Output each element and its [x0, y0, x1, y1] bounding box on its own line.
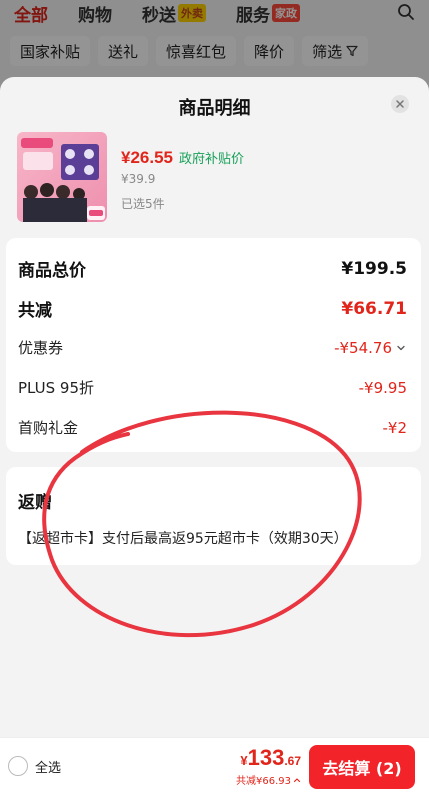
close-button[interactable]	[391, 95, 409, 113]
close-icon	[396, 100, 404, 108]
coupon-value: -¥54.76	[334, 338, 392, 357]
coupon-row[interactable]: 优惠券 -¥54.76	[18, 337, 407, 358]
discount-detail-toggle[interactable]: 共减¥66.93	[236, 772, 301, 787]
first-purchase-label: 首购礼金	[18, 419, 79, 437]
rebate-card: 返赠 【返超市卡】支付后最高返95元超市卡（效期30天）	[6, 467, 421, 565]
plus-discount-value: -¥9.95	[358, 378, 407, 397]
total-price-value: ¥199.5	[341, 258, 407, 279]
product-item[interactable]: ¥26.55 政府补贴价	[0, 132, 429, 232]
total-reduction-value: ¥66.71	[341, 298, 407, 319]
total-price-row: 商品总价 ¥199.5	[18, 256, 407, 282]
product-image	[17, 132, 107, 222]
total-discount-text: 共减¥66.93	[236, 776, 291, 787]
selected-count: 已选5件	[121, 197, 165, 211]
select-all-radio[interactable]	[8, 756, 28, 776]
rebate-title: 返赠	[18, 493, 52, 513]
coupon-value-wrap[interactable]: -¥54.76	[334, 339, 407, 357]
total-reduction-row: 共减 ¥66.71	[18, 296, 407, 322]
first-purchase-row: 首购礼金 -¥2	[18, 417, 407, 438]
sheet-title: 商品明细	[178, 98, 251, 119]
first-purchase-value: -¥2	[382, 418, 408, 437]
total-block: ¥133.67 共减¥66.93	[236, 745, 301, 787]
price-row: ¥26.55 政府补贴价	[121, 148, 244, 168]
payable-amount: ¥133.67	[240, 745, 301, 770]
product-price: ¥26.55	[121, 148, 173, 167]
price-summary-card: 商品总价 ¥199.5 共减 ¥66.71 优惠券 -¥54.76 PLUS 9…	[6, 238, 421, 452]
total-price-label: 商品总价	[18, 261, 86, 281]
select-all-toggle[interactable]: 全选	[8, 756, 61, 776]
checkout-bar: 全选 ¥133.67 共减¥66.93 去结算 (2)	[0, 737, 429, 800]
product-detail-sheet: 商品明细 ¥26.55 政府补贴价 ¥39.9 已选5件 商品总价 ¥199.5…	[0, 77, 429, 800]
government-subsidy-tag: 政府补贴价	[179, 152, 245, 167]
select-all-label: 全选	[35, 760, 62, 776]
checkout-button[interactable]: 去结算 (2)	[309, 745, 415, 789]
chevron-up-icon	[293, 777, 301, 782]
rebate-description: 【返超市卡】支付后最高返95元超市卡（效期30天）	[18, 531, 348, 547]
total-reduction-label: 共减	[18, 301, 52, 321]
product-thumbnail[interactable]	[17, 132, 107, 222]
plus-discount-label: PLUS 95折	[18, 379, 95, 397]
original-price: ¥39.9	[121, 172, 156, 186]
chevron-down-icon	[397, 345, 405, 350]
coupon-label: 优惠券	[18, 339, 64, 357]
plus-discount-row: PLUS 95折 -¥9.95	[18, 377, 407, 398]
